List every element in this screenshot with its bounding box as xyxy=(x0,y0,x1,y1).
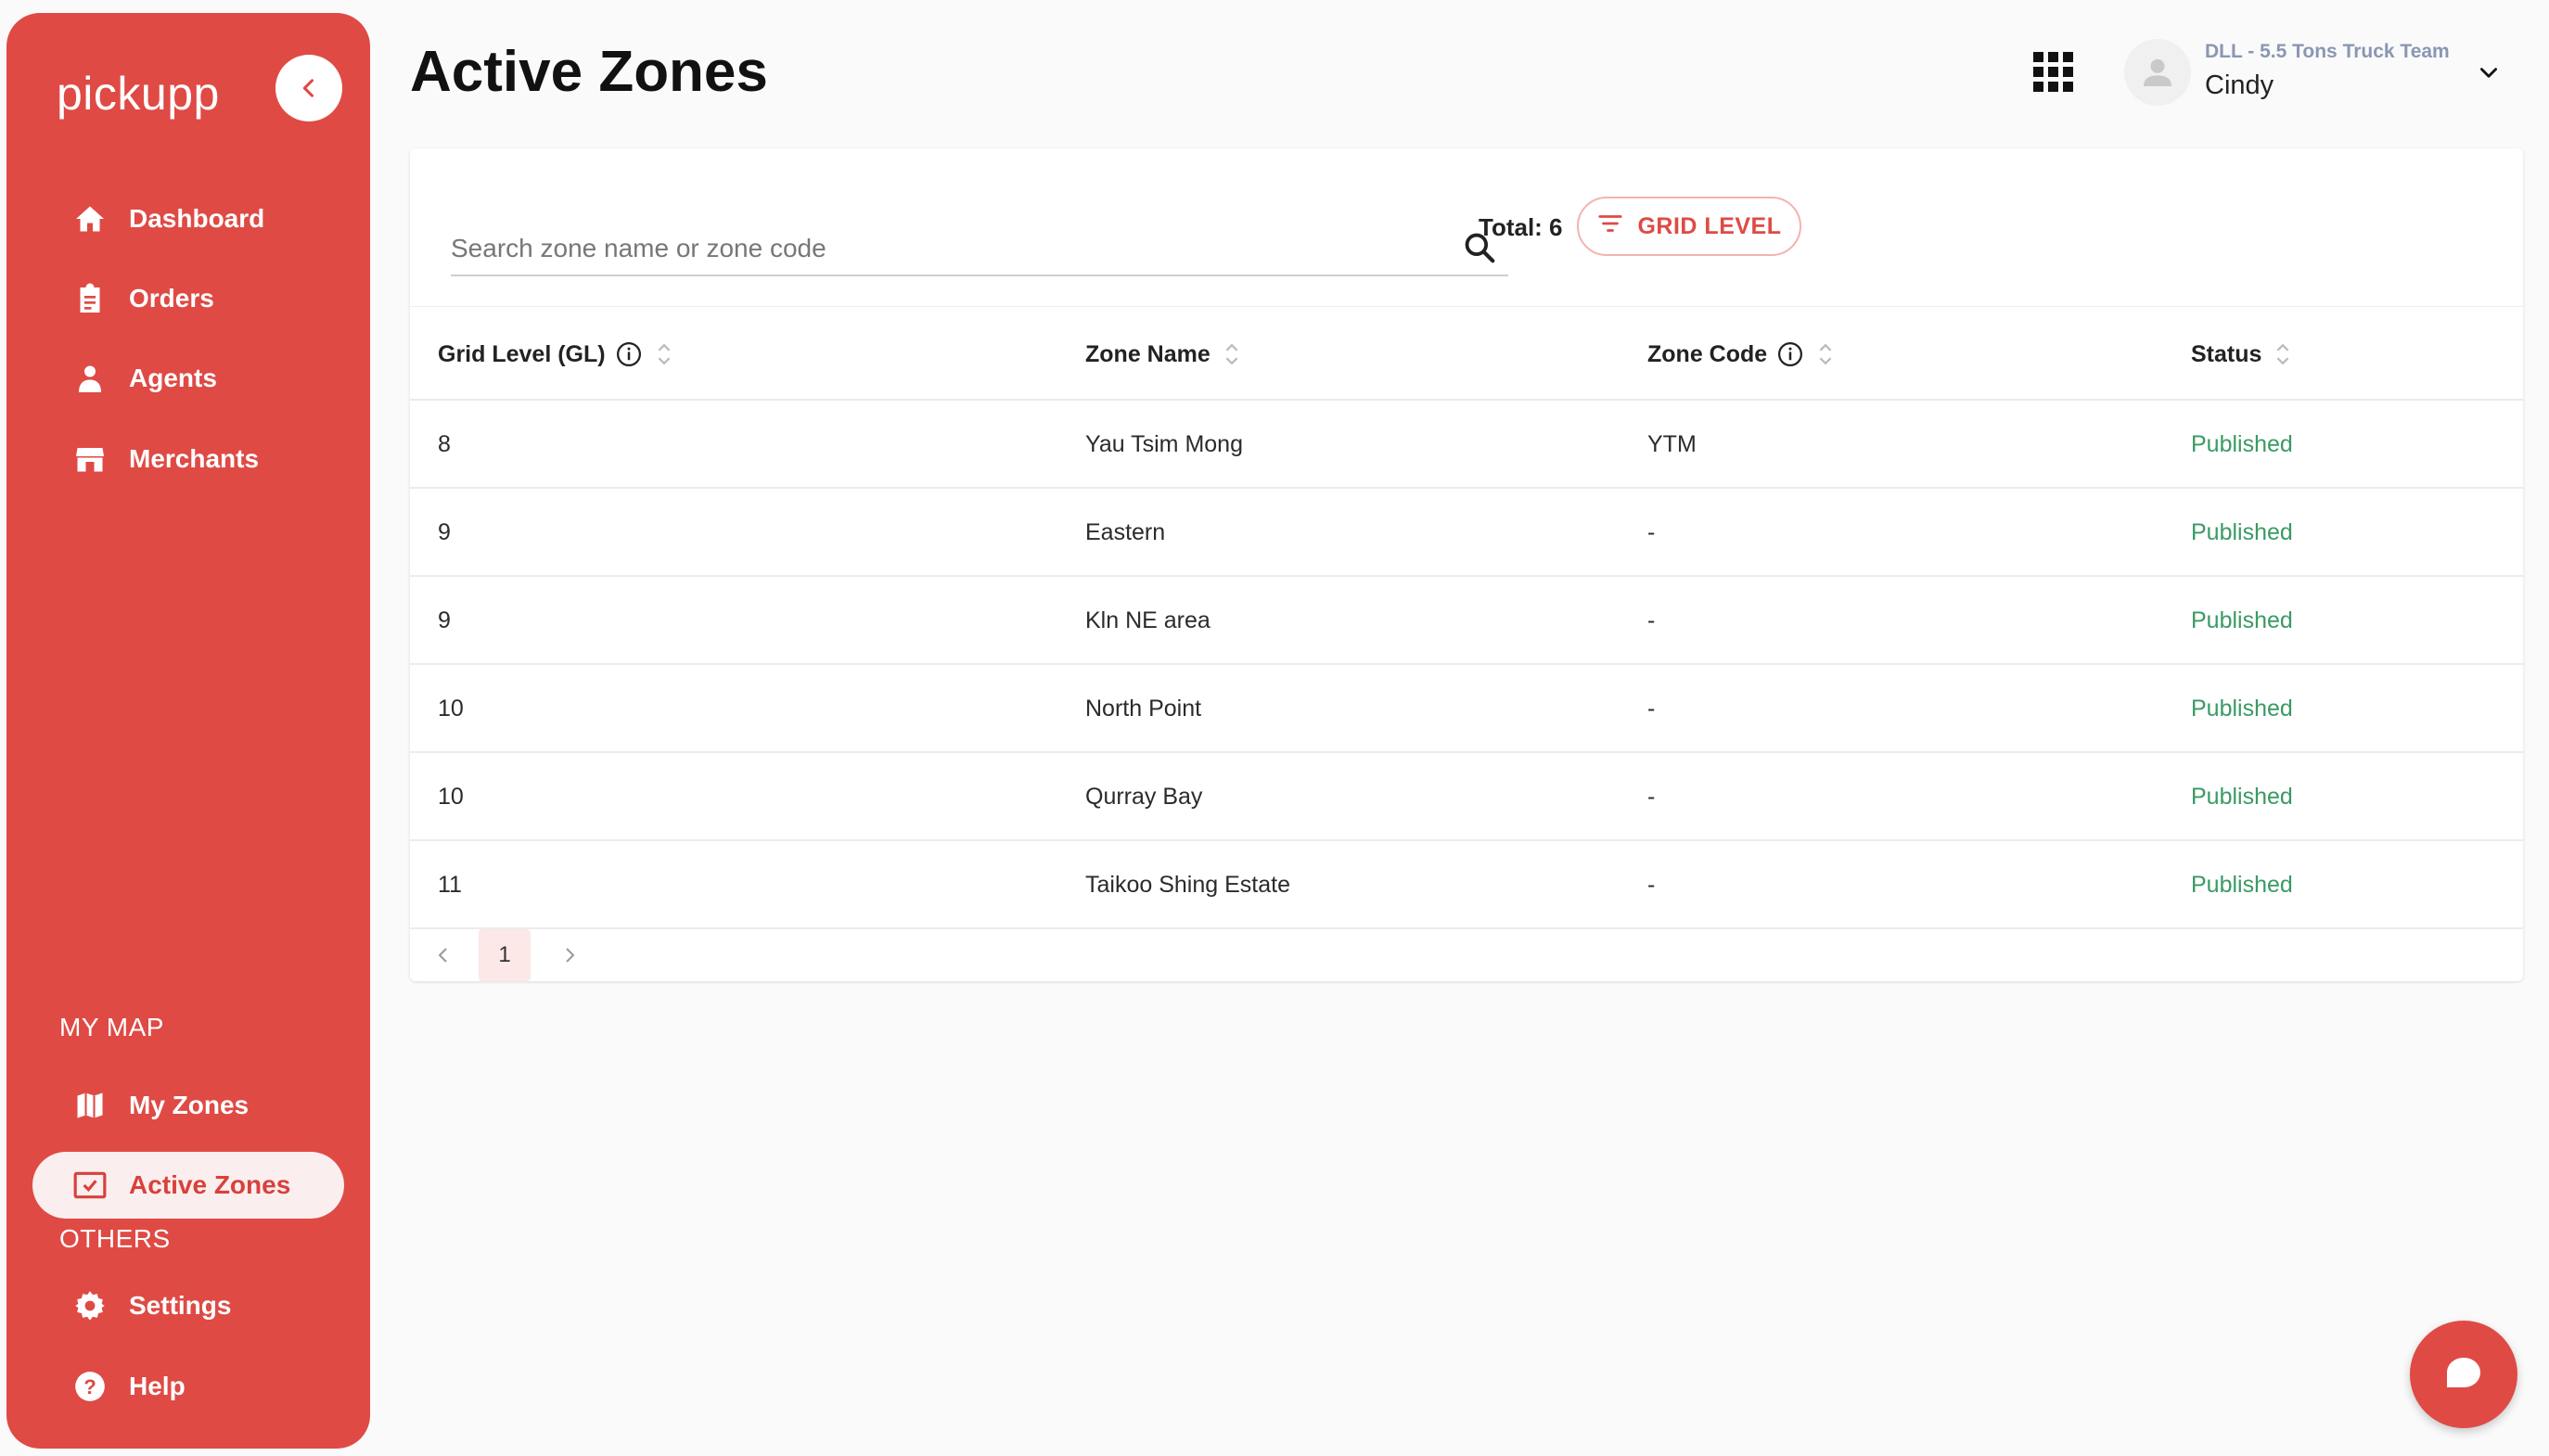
gear-icon xyxy=(71,1287,109,1324)
info-icon[interactable] xyxy=(615,340,643,368)
status-badge: Published xyxy=(2191,696,2293,722)
sidebar-item-label: Orders xyxy=(129,284,214,313)
cell-zone-code: YTM xyxy=(1647,431,1697,457)
sort-icon[interactable] xyxy=(656,341,672,367)
next-page-icon[interactable] xyxy=(558,942,581,973)
agent-icon xyxy=(71,360,109,397)
checked-box-icon xyxy=(71,1167,109,1204)
search-field xyxy=(451,219,1508,276)
page-number[interactable]: 1 xyxy=(479,929,531,981)
chevron-down-icon[interactable] xyxy=(2477,61,2501,90)
cell-zone-code: - xyxy=(1647,607,1656,633)
column-label: Status xyxy=(2191,340,2262,367)
column-status[interactable]: Status xyxy=(2191,307,2291,402)
cell-zone-code: - xyxy=(1647,784,1656,810)
cell-zone-code: - xyxy=(1647,696,1656,722)
sort-icon[interactable] xyxy=(1223,341,1240,367)
table-row[interactable]: 9 Eastern - Published xyxy=(410,489,2523,577)
chat-bubble-icon xyxy=(2447,1358,2480,1387)
sort-icon[interactable] xyxy=(2274,341,2291,367)
help-icon: ? xyxy=(71,1368,109,1405)
total-count: Total: 6 xyxy=(1479,213,1563,241)
cell-zone-name: Kln NE area xyxy=(1085,607,1210,633)
sidebar-item-label: Active Zones xyxy=(129,1170,291,1199)
cell-grid-level: 9 xyxy=(438,607,451,633)
cell-zone-name: Taikoo Shing Estate xyxy=(1085,872,1290,898)
avatar[interactable] xyxy=(2124,39,2191,106)
search-input[interactable] xyxy=(451,228,1434,269)
table-row[interactable]: 10 Qurray Bay - Published xyxy=(410,753,2523,841)
sidebar-item-agents[interactable]: Agents xyxy=(32,345,344,412)
page-title: Active Zones xyxy=(410,40,768,104)
collapse-sidebar-button[interactable] xyxy=(275,55,342,121)
cell-grid-level: 11 xyxy=(438,872,462,898)
column-label: Zone Name xyxy=(1085,340,1210,367)
cell-grid-level: 8 xyxy=(438,431,451,457)
section-label-others: OTHERS xyxy=(59,1224,171,1253)
pagination: 1 xyxy=(410,929,2523,981)
section-label-my-map: MY MAP xyxy=(59,1013,164,1041)
column-label: Grid Level (GL) xyxy=(438,340,606,367)
sidebar: pickupp Dashboard Orders Agents Merchant… xyxy=(6,13,370,1449)
status-badge: Published xyxy=(2191,519,2293,545)
sidebar-item-dashboard[interactable]: Dashboard xyxy=(32,185,344,252)
info-icon[interactable] xyxy=(1776,340,1804,368)
apps-grid-icon[interactable] xyxy=(2033,52,2074,97)
table-header: Grid Level (GL) Zone Name Zone Code Stat… xyxy=(410,306,2523,401)
sidebar-item-merchants[interactable]: Merchants xyxy=(32,426,344,492)
cell-zone-name: Eastern xyxy=(1085,519,1166,545)
cell-grid-level: 10 xyxy=(438,696,464,722)
clipboard-icon xyxy=(71,280,109,317)
status-badge: Published xyxy=(2191,431,2293,457)
filter-icon xyxy=(1596,210,1624,244)
team-name: DLL - 5.5 Tons Truck Team xyxy=(2205,41,2450,62)
cell-grid-level: 10 xyxy=(438,784,464,810)
status-badge: Published xyxy=(2191,607,2293,633)
status-badge: Published xyxy=(2191,784,2293,810)
chat-button[interactable] xyxy=(2410,1321,2517,1428)
table-row[interactable]: 10 North Point - Published xyxy=(410,665,2523,753)
status-badge: Published xyxy=(2191,872,2293,898)
map-icon xyxy=(71,1087,109,1124)
sidebar-item-help[interactable]: ? Help xyxy=(32,1353,344,1420)
svg-text:?: ? xyxy=(83,1375,96,1399)
table-row[interactable]: 9 Kln NE area - Published xyxy=(410,577,2523,665)
prev-page-icon[interactable] xyxy=(432,942,455,973)
table-row[interactable]: 8 Yau Tsim Mong YTM Published xyxy=(410,401,2523,489)
sidebar-item-active-zones[interactable]: Active Zones xyxy=(32,1152,344,1219)
store-icon xyxy=(71,441,109,478)
sidebar-item-label: Dashboard xyxy=(129,204,265,233)
zones-card: Total: 6 GRID LEVEL Grid Level (GL) Zone… xyxy=(410,148,2523,981)
column-grid-level[interactable]: Grid Level (GL) xyxy=(438,307,672,402)
sidebar-item-label: Settings xyxy=(129,1291,232,1320)
sidebar-item-label: Agents xyxy=(129,364,217,392)
cell-grid-level: 9 xyxy=(438,519,451,545)
chevron-left-icon xyxy=(302,79,314,97)
column-zone-code[interactable]: Zone Code xyxy=(1647,307,1834,402)
sort-icon[interactable] xyxy=(1817,341,1834,367)
sidebar-item-my-zones[interactable]: My Zones xyxy=(32,1072,344,1139)
home-icon xyxy=(71,200,109,237)
cell-zone-code: - xyxy=(1647,519,1656,545)
cell-zone-code: - xyxy=(1647,872,1656,898)
sidebar-item-label: My Zones xyxy=(129,1091,250,1119)
cell-zone-name: Qurray Bay xyxy=(1085,784,1203,810)
filter-label: GRID LEVEL xyxy=(1637,212,1782,239)
grid-level-filter-button[interactable]: GRID LEVEL xyxy=(1577,197,1801,256)
user-name: Cindy xyxy=(2205,70,2274,100)
user-icon xyxy=(2144,58,2171,86)
table-row[interactable]: 11 Taikoo Shing Estate - Published xyxy=(410,841,2523,929)
cell-zone-name: North Point xyxy=(1085,696,1202,722)
column-label: Zone Code xyxy=(1647,340,1768,367)
column-zone-name[interactable]: Zone Name xyxy=(1085,307,1240,402)
pickupp-logo[interactable]: pickupp xyxy=(57,67,220,121)
sidebar-item-label: Merchants xyxy=(129,444,260,473)
sidebar-item-orders[interactable]: Orders xyxy=(32,265,344,332)
sidebar-item-settings[interactable]: Settings xyxy=(32,1272,344,1339)
cell-zone-name: Yau Tsim Mong xyxy=(1085,431,1243,457)
sidebar-item-label: Help xyxy=(129,1372,186,1400)
